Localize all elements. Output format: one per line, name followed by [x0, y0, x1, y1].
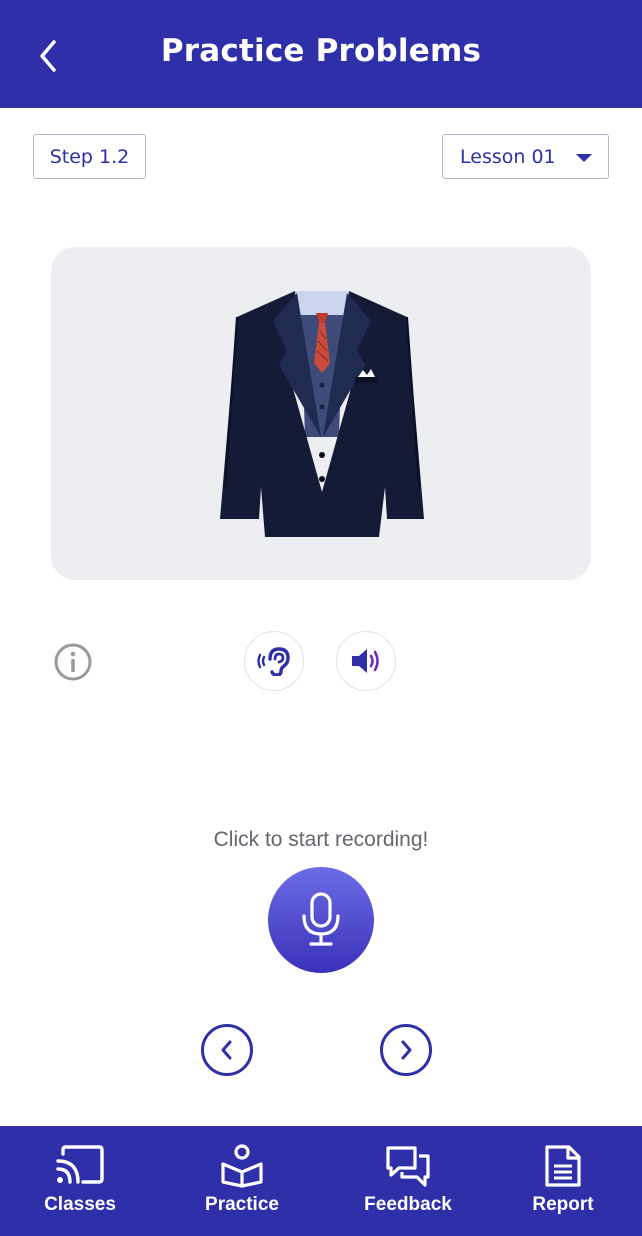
chat-icon — [386, 1146, 430, 1187]
caret-down-icon — [576, 154, 592, 162]
chevron-right-circle-icon — [401, 1040, 412, 1060]
microphone-icon — [302, 892, 340, 946]
page-title: Practice Problems — [160, 33, 482, 69]
bottom-nav: Classes Practice Feedback Report — [0, 1126, 642, 1236]
speaker-icon — [352, 649, 379, 673]
cast-icon — [56, 1145, 104, 1184]
document-icon — [545, 1145, 581, 1187]
nav-label-feedback: Feedback — [364, 1194, 452, 1215]
book-reader-icon — [221, 1144, 263, 1188]
lesson-selected-value: Lesson 01 — [460, 145, 556, 168]
nav-item-feedback[interactable]: Feedback — [338, 1126, 478, 1236]
nav-item-practice[interactable]: Practice — [172, 1126, 312, 1236]
step-label[interactable]: Step 1.2 — [33, 134, 146, 179]
record-prompt: Click to start recording! — [213, 828, 429, 851]
chevron-left-circle-icon — [221, 1040, 232, 1060]
app-header: Practice Problems — [0, 0, 642, 108]
suit-jacket-image — [220, 291, 424, 537]
practice-image-card — [51, 247, 591, 580]
nav-item-report[interactable]: Report — [493, 1126, 633, 1236]
lesson-dropdown[interactable]: Lesson 01 — [442, 134, 609, 179]
nav-label-classes: Classes — [44, 1194, 116, 1215]
record-button[interactable] — [268, 867, 374, 973]
ear-icon — [257, 647, 290, 676]
speaker-button[interactable] — [336, 631, 396, 691]
nav-label-report: Report — [532, 1194, 594, 1215]
nav-label-practice: Practice — [205, 1194, 279, 1215]
nav-item-classes[interactable]: Classes — [10, 1126, 150, 1236]
listen-button[interactable] — [244, 631, 304, 691]
previous-button[interactable] — [201, 1024, 253, 1076]
info-icon[interactable] — [53, 642, 93, 682]
next-button[interactable] — [380, 1024, 432, 1076]
